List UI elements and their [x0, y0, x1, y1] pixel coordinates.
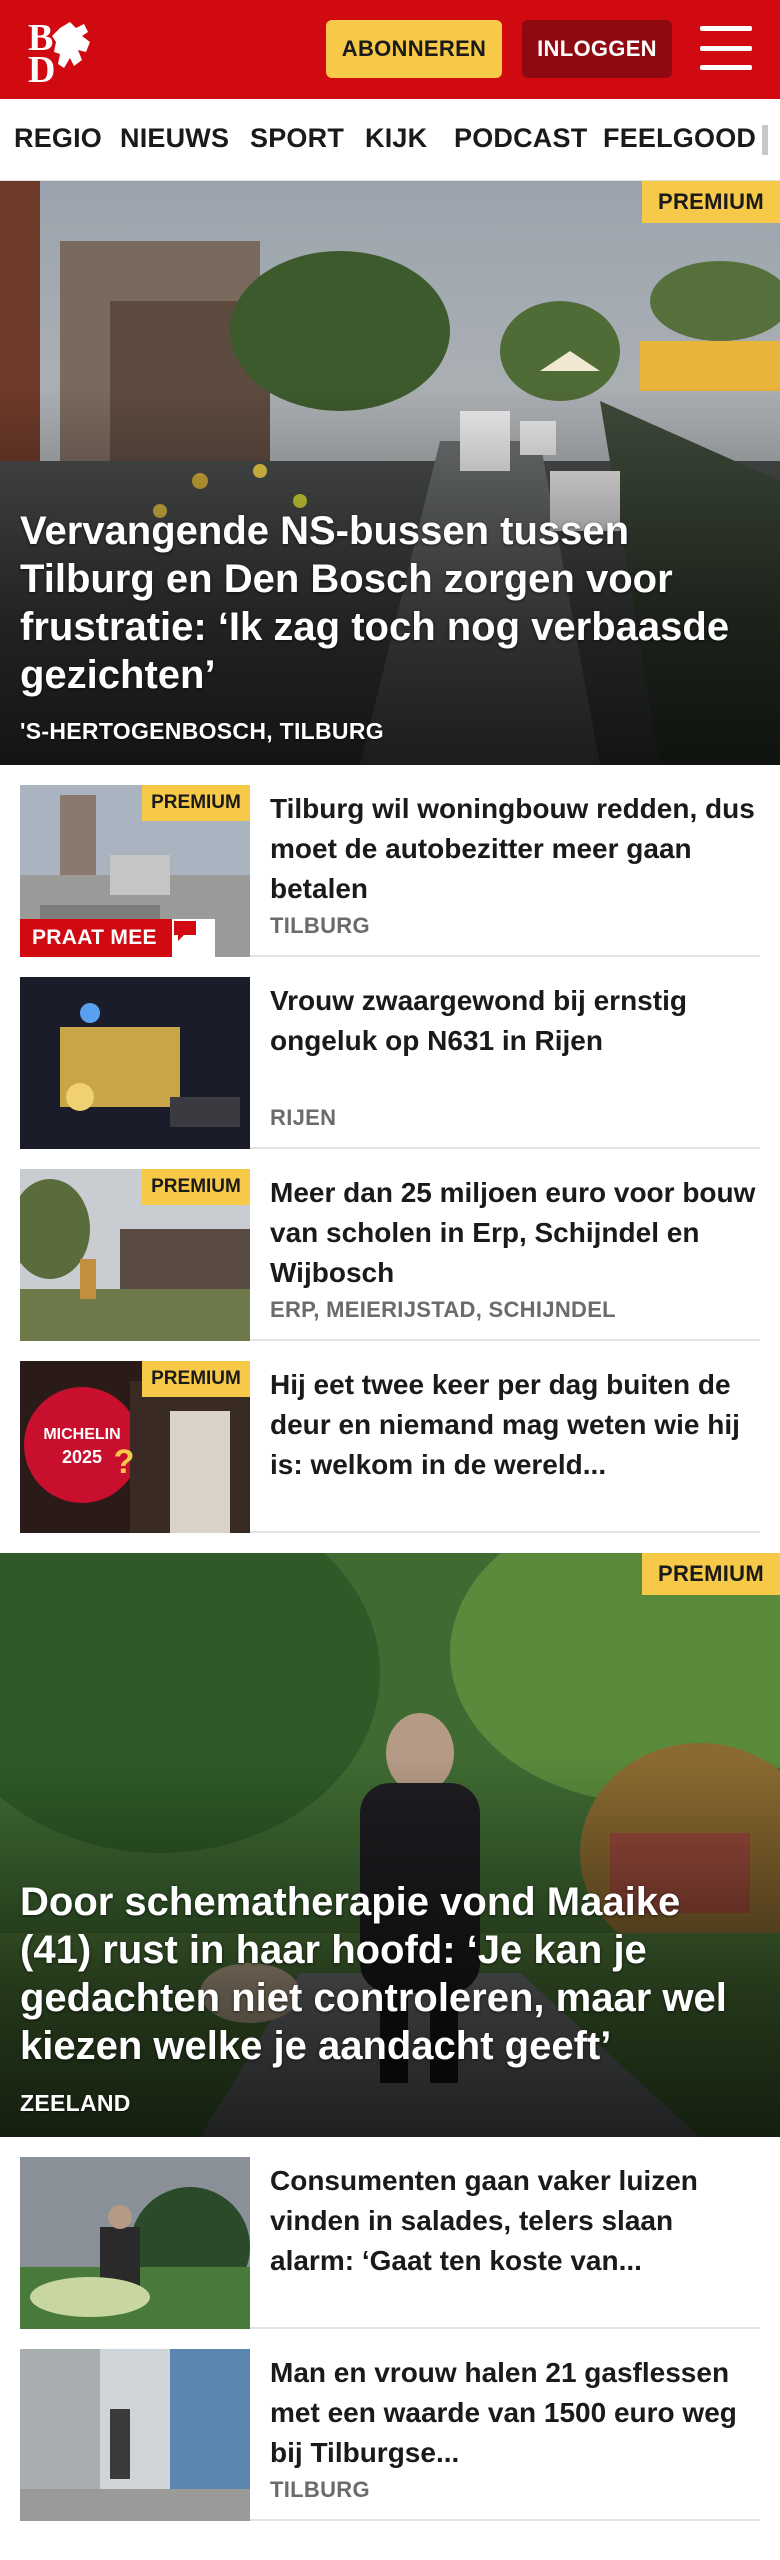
hero-location: 'S-HERTOGENBOSCH, TILBURG — [20, 718, 384, 744]
article-title[interactable]: Consumenten gaan vaker luizen vinden in … — [270, 2161, 760, 2281]
article-location: ERP, MEIERIJSTAD, SCHIJNDEL — [270, 1297, 616, 1322]
article-location: TILBURG — [270, 913, 370, 938]
bd-logo[interactable]: B D — [26, 16, 116, 91]
hero-article-2[interactable]: PREMIUM Door schematherapie vond Maaike … — [0, 1553, 780, 2137]
list-item[interactable]: MICHELIN 2025 ? PREMIUM Hij eet twee kee… — [20, 1341, 760, 1533]
hamburger-menu-icon[interactable] — [700, 26, 752, 70]
article-title[interactable]: Vrouw zwaargewond bij ernstig ongeluk op… — [270, 981, 760, 1061]
article-thumbnail: PREMIUM PRAAT MEE — [20, 785, 250, 957]
nav-item-kijk[interactable]: KIJK — [365, 123, 427, 154]
article-thumbnail — [20, 2157, 250, 2329]
nav-overflow-indicator — [762, 125, 768, 155]
nav-item-nieuws[interactable]: NIEUWS — [120, 123, 229, 154]
premium-badge: PREMIUM — [142, 1361, 250, 1397]
list-item[interactable]: Vrouw zwaargewond bij ernstig ongeluk op… — [20, 957, 760, 1149]
premium-badge: PREMIUM — [642, 181, 780, 223]
site-header: B D ABONNEREN INLOGGEN — [0, 0, 780, 99]
article-location: TILBURG — [270, 2477, 370, 2502]
hero-article-1[interactable]: PREMIUM Vervangende NS-bussen tussen Til… — [0, 181, 780, 765]
svg-text:?: ? — [114, 1443, 135, 1481]
article-thumbnail — [20, 977, 250, 1149]
article-thumbnail: PREMIUM — [20, 1169, 250, 1341]
list-item[interactable]: Man en vrouw halen 21 gasflessen met een… — [20, 2329, 760, 2521]
list-item[interactable]: PREMIUM PRAAT MEE Tilburg wil woningbouw… — [20, 765, 760, 957]
premium-badge: PREMIUM — [642, 1553, 780, 1595]
nav-item-podcast[interactable]: PODCAST — [454, 123, 587, 154]
hero-location: ZEELAND — [20, 2090, 131, 2116]
article-title[interactable]: Hij eet twee keer per dag buiten de deur… — [270, 1365, 760, 1485]
login-button[interactable]: INLOGGEN — [522, 20, 672, 78]
nav-item-feelgood[interactable]: FEELGOOD — [603, 123, 756, 154]
article-title[interactable]: Tilburg wil woningbouw redden, dus moet … — [270, 789, 760, 909]
article-title[interactable]: Meer dan 25 miljoen euro voor bouw van s… — [270, 1173, 760, 1293]
subscribe-button[interactable]: ABONNEREN — [326, 20, 502, 78]
article-thumbnail: MICHELIN 2025 ? PREMIUM — [20, 1361, 250, 1533]
praat-mee-button[interactable]: PRAAT MEE — [20, 919, 215, 957]
list-item[interactable]: Consumenten gaan vaker luizen vinden in … — [20, 2137, 760, 2329]
premium-badge: PREMIUM — [142, 1169, 250, 1205]
article-title[interactable]: Man en vrouw halen 21 gasflessen met een… — [270, 2353, 760, 2473]
svg-text:D: D — [28, 49, 55, 84]
article-location: RIJEN — [270, 1105, 337, 1130]
svg-text:MICHELIN: MICHELIN — [43, 1426, 120, 1443]
hero-title[interactable]: Door schematherapie vond Maaike (41) rus… — [20, 1878, 760, 2070]
nav-item-regio[interactable]: REGIO — [14, 123, 102, 154]
comment-icon — [172, 919, 215, 957]
article-thumbnail — [20, 2349, 250, 2521]
nav-item-sport[interactable]: SPORT — [250, 123, 344, 154]
list-item[interactable]: PREMIUM Meer dan 25 miljoen euro voor bo… — [20, 1149, 760, 1341]
svg-text:2025: 2025 — [62, 1447, 102, 1467]
premium-badge: PREMIUM — [142, 785, 250, 821]
hero-title[interactable]: Vervangende NS-bussen tussen Tilburg en … — [20, 507, 760, 699]
lion-emblem-icon — [52, 22, 90, 68]
main-nav: REGIO NIEUWS SPORT KIJK PODCAST FEELGOOD — [0, 99, 780, 181]
